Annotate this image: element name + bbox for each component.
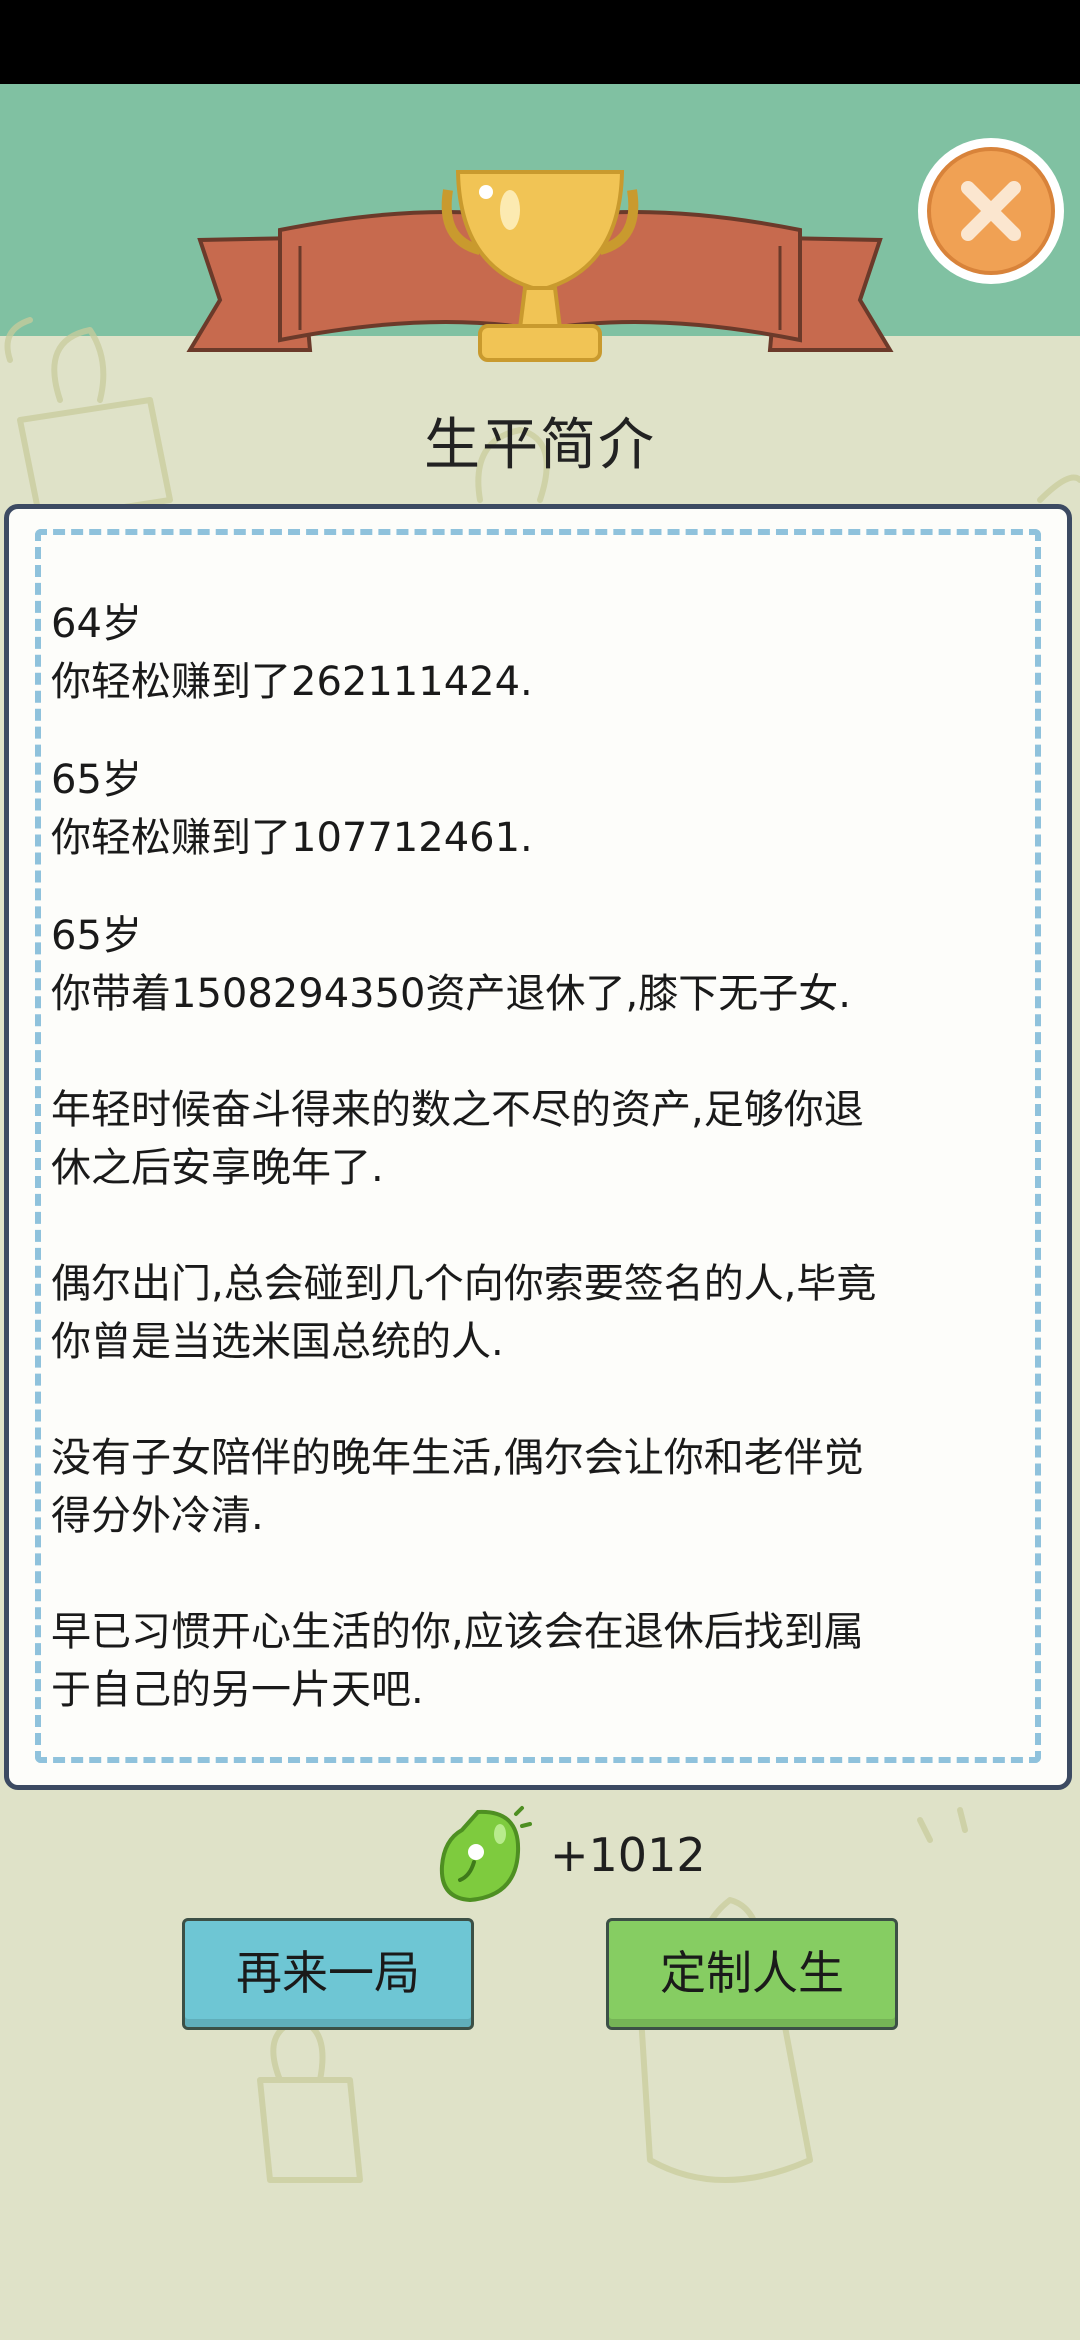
age-entry: 65岁 你带着1508294350资产退休了,膝下无子女. xyxy=(51,907,1031,1023)
age-label: 65岁 xyxy=(51,757,142,803)
customize-life-button[interactable]: 定制人生 xyxy=(606,1918,898,2030)
biography-text: 64岁 你轻松赚到了262111424. 65岁 你轻松赚到了107712461… xyxy=(51,595,1031,1719)
biography-card: 64岁 你轻松赚到了262111424. 65岁 你轻松赚到了107712461… xyxy=(4,504,1072,1790)
paragraph-line: 没有子女陪伴的晚年生活,偶尔会让你和老伴觉 xyxy=(51,1435,864,1481)
paragraph-line: 早已习惯开心生活的你,应该会在退休后找到属 xyxy=(51,1609,864,1655)
paragraph-line: 得分外冷清. xyxy=(51,1493,264,1539)
restart-button[interactable]: 再来一局 xyxy=(182,1918,474,2030)
reward-value: +1012 xyxy=(550,1828,706,1882)
age-entry: 65岁 你轻松赚到了107712461. xyxy=(51,751,1031,867)
paragraph-line: 休之后安享晚年了. xyxy=(51,1145,384,1191)
reward-display: +1012 xyxy=(430,1800,730,1910)
entry-text: 你轻松赚到了262111424. xyxy=(51,659,533,705)
green-bean-icon xyxy=(439,1806,532,1903)
close-icon xyxy=(927,147,1055,275)
trophy-icon xyxy=(186,170,894,362)
summary-paragraph: 偶尔出门,总会碰到几个向你索要签名的人,毕竟 你曾是当选米国总统的人. xyxy=(51,1255,1031,1371)
summary-paragraph: 年轻时候奋斗得来的数之不尽的资产,足够你退 休之后安享晚年了. xyxy=(51,1081,1031,1197)
paragraph-line: 年轻时候奋斗得来的数之不尽的资产,足够你退 xyxy=(51,1087,864,1133)
age-label: 64岁 xyxy=(51,601,142,647)
entry-text: 你带着1508294350资产退休了,膝下无子女. xyxy=(51,971,851,1017)
paragraph-line: 偶尔出门,总会碰到几个向你索要签名的人,毕竟 xyxy=(51,1261,877,1307)
age-entry: 64岁 你轻松赚到了262111424. xyxy=(51,595,1031,711)
age-label: 65岁 xyxy=(51,913,142,959)
summary-paragraph: 没有子女陪伴的晚年生活,偶尔会让你和老伴觉 得分外冷清. xyxy=(51,1429,1031,1545)
close-button[interactable] xyxy=(918,138,1064,284)
status-bar xyxy=(0,0,1080,84)
page-title: 生平简介 xyxy=(424,413,656,478)
paragraph-line: 于自己的另一片天吧. xyxy=(51,1667,424,1713)
entry-text: 你轻松赚到了107712461. xyxy=(51,815,533,861)
summary-paragraph: 早已习惯开心生活的你,应该会在退休后找到属 于自己的另一片天吧. xyxy=(51,1603,1031,1719)
paragraph-line: 你曾是当选米国总统的人. xyxy=(51,1319,504,1365)
